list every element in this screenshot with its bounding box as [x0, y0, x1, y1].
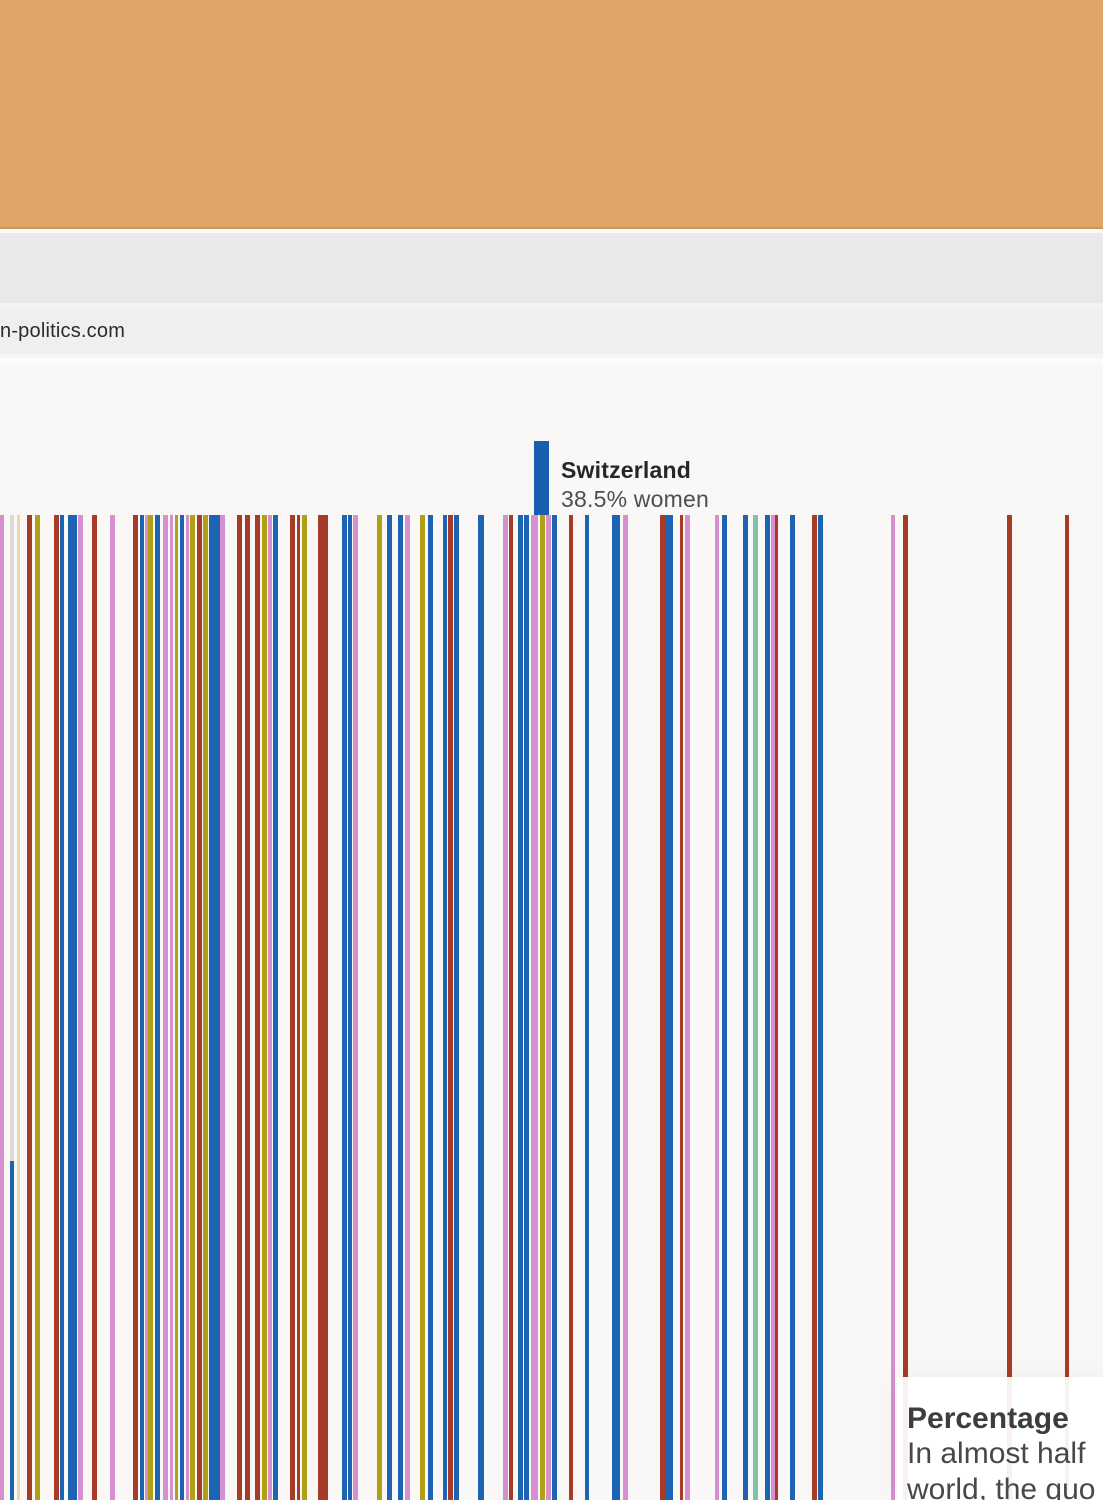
- country-stripe[interactable]: [348, 515, 352, 1500]
- country-stripe[interactable]: [342, 515, 347, 1500]
- country-stripe[interactable]: [262, 515, 267, 1500]
- country-stripe[interactable]: [775, 515, 778, 1500]
- info-card-title: Percentage: [907, 1402, 1103, 1436]
- country-stripe[interactable]: [405, 515, 410, 1500]
- country-stripe[interactable]: [92, 515, 97, 1500]
- country-stripe[interactable]: [203, 515, 208, 1500]
- country-stripe[interactable]: [818, 515, 823, 1500]
- country-stripe[interactable]: [140, 515, 144, 1500]
- country-stripe[interactable]: [765, 515, 770, 1500]
- tooltip-country-label: Switzerland: [561, 456, 709, 485]
- country-stripe[interactable]: [27, 515, 32, 1500]
- country-stripe[interactable]: [60, 515, 64, 1500]
- country-stripe[interactable]: [1007, 515, 1012, 1500]
- country-stripe[interactable]: [891, 515, 895, 1500]
- country-stripe[interactable]: [186, 515, 189, 1500]
- country-stripe[interactable]: [209, 515, 220, 1500]
- country-stripe[interactable]: [1065, 515, 1069, 1500]
- browser-toolbar[interactable]: [0, 233, 1103, 303]
- info-card-line-1: In almost half: [907, 1436, 1103, 1472]
- country-stripe[interactable]: [237, 515, 242, 1500]
- country-stripe[interactable]: [790, 515, 795, 1500]
- country-stripe[interactable]: [197, 515, 202, 1500]
- country-stripe[interactable]: [54, 515, 59, 1500]
- browser-url-bar[interactable]: n-politics.com: [0, 309, 1103, 354]
- webpage-content: Switzerland 38.5% women Percentage In al…: [0, 366, 1103, 1500]
- stripe-band: [0, 515, 1103, 1500]
- country-stripe[interactable]: [190, 515, 195, 1500]
- country-stripe[interactable]: [302, 515, 307, 1500]
- info-card-line-2: world, the quo: [907, 1472, 1103, 1500]
- country-stripe[interactable]: [245, 515, 250, 1500]
- highlight-bar-switzerland[interactable]: [534, 441, 549, 515]
- country-stripe[interactable]: [680, 515, 683, 1500]
- country-stripe[interactable]: [428, 515, 433, 1500]
- country-stripe[interactable]: [273, 515, 278, 1500]
- country-stripe[interactable]: [685, 515, 690, 1500]
- country-stripe[interactable]: [0, 515, 4, 1500]
- country-stripe[interactable]: [612, 515, 620, 1500]
- page-top-edge: [0, 358, 1103, 366]
- url-text[interactable]: n-politics.com: [0, 320, 125, 343]
- country-stripe[interactable]: [585, 515, 589, 1500]
- country-stripe[interactable]: [524, 515, 529, 1500]
- country-stripe[interactable]: [398, 515, 403, 1500]
- tooltip-value-label: 38.5% women: [561, 485, 709, 514]
- country-stripe[interactable]: [353, 515, 358, 1500]
- country-stripe[interactable]: [546, 515, 551, 1500]
- country-stripe[interactable]: [448, 515, 453, 1500]
- country-stripe[interactable]: [110, 515, 115, 1500]
- country-stripe[interactable]: [148, 515, 153, 1500]
- country-stripe[interactable]: [387, 515, 392, 1500]
- country-stripe[interactable]: [569, 515, 573, 1500]
- desktop-background: [0, 0, 1103, 229]
- country-stripe[interactable]: [297, 515, 300, 1500]
- country-stripe[interactable]: [478, 515, 484, 1500]
- country-stripe[interactable]: [540, 515, 545, 1500]
- country-stripe[interactable]: [220, 515, 225, 1500]
- country-stripe[interactable]: [715, 515, 719, 1500]
- country-stripe[interactable]: [78, 515, 83, 1500]
- country-stripe[interactable]: [443, 515, 447, 1500]
- country-stripe[interactable]: [10, 515, 14, 1500]
- country-stripe[interactable]: [290, 515, 295, 1500]
- country-stripe[interactable]: [133, 515, 138, 1500]
- country-stripe[interactable]: [753, 515, 758, 1500]
- country-stripe[interactable]: [903, 515, 908, 1500]
- country-stripe[interactable]: [420, 515, 425, 1500]
- country-stripe[interactable]: [665, 515, 673, 1500]
- country-stripe[interactable]: [722, 515, 727, 1500]
- country-stripe[interactable]: [180, 515, 184, 1500]
- country-stripe[interactable]: [454, 515, 459, 1500]
- country-stripe[interactable]: [170, 515, 173, 1500]
- country-stripe[interactable]: [68, 515, 77, 1500]
- country-stripe[interactable]: [268, 515, 272, 1500]
- country-stripe[interactable]: [812, 515, 817, 1500]
- highlight-tooltip: Switzerland 38.5% women: [561, 456, 709, 514]
- country-stripe[interactable]: [17, 515, 20, 1500]
- country-stripe[interactable]: [509, 515, 513, 1500]
- country-stripe[interactable]: [623, 515, 628, 1500]
- country-stripe-segment-top: [10, 515, 14, 1161]
- country-stripe[interactable]: [35, 515, 40, 1500]
- country-stripe[interactable]: [155, 515, 160, 1500]
- country-stripe[interactable]: [318, 515, 328, 1500]
- info-card: Percentage In almost half world, the quo: [897, 1377, 1103, 1500]
- country-stripe[interactable]: [377, 515, 382, 1500]
- country-stripe[interactable]: [531, 515, 538, 1500]
- country-stripe[interactable]: [743, 515, 748, 1500]
- country-stripe[interactable]: [503, 515, 508, 1500]
- country-stripe[interactable]: [175, 515, 178, 1500]
- country-stripe[interactable]: [518, 515, 523, 1500]
- country-stripe-segment-bottom: [10, 1161, 14, 1500]
- country-stripe[interactable]: [552, 515, 557, 1500]
- country-stripe[interactable]: [255, 515, 260, 1500]
- country-stripe[interactable]: [163, 515, 168, 1500]
